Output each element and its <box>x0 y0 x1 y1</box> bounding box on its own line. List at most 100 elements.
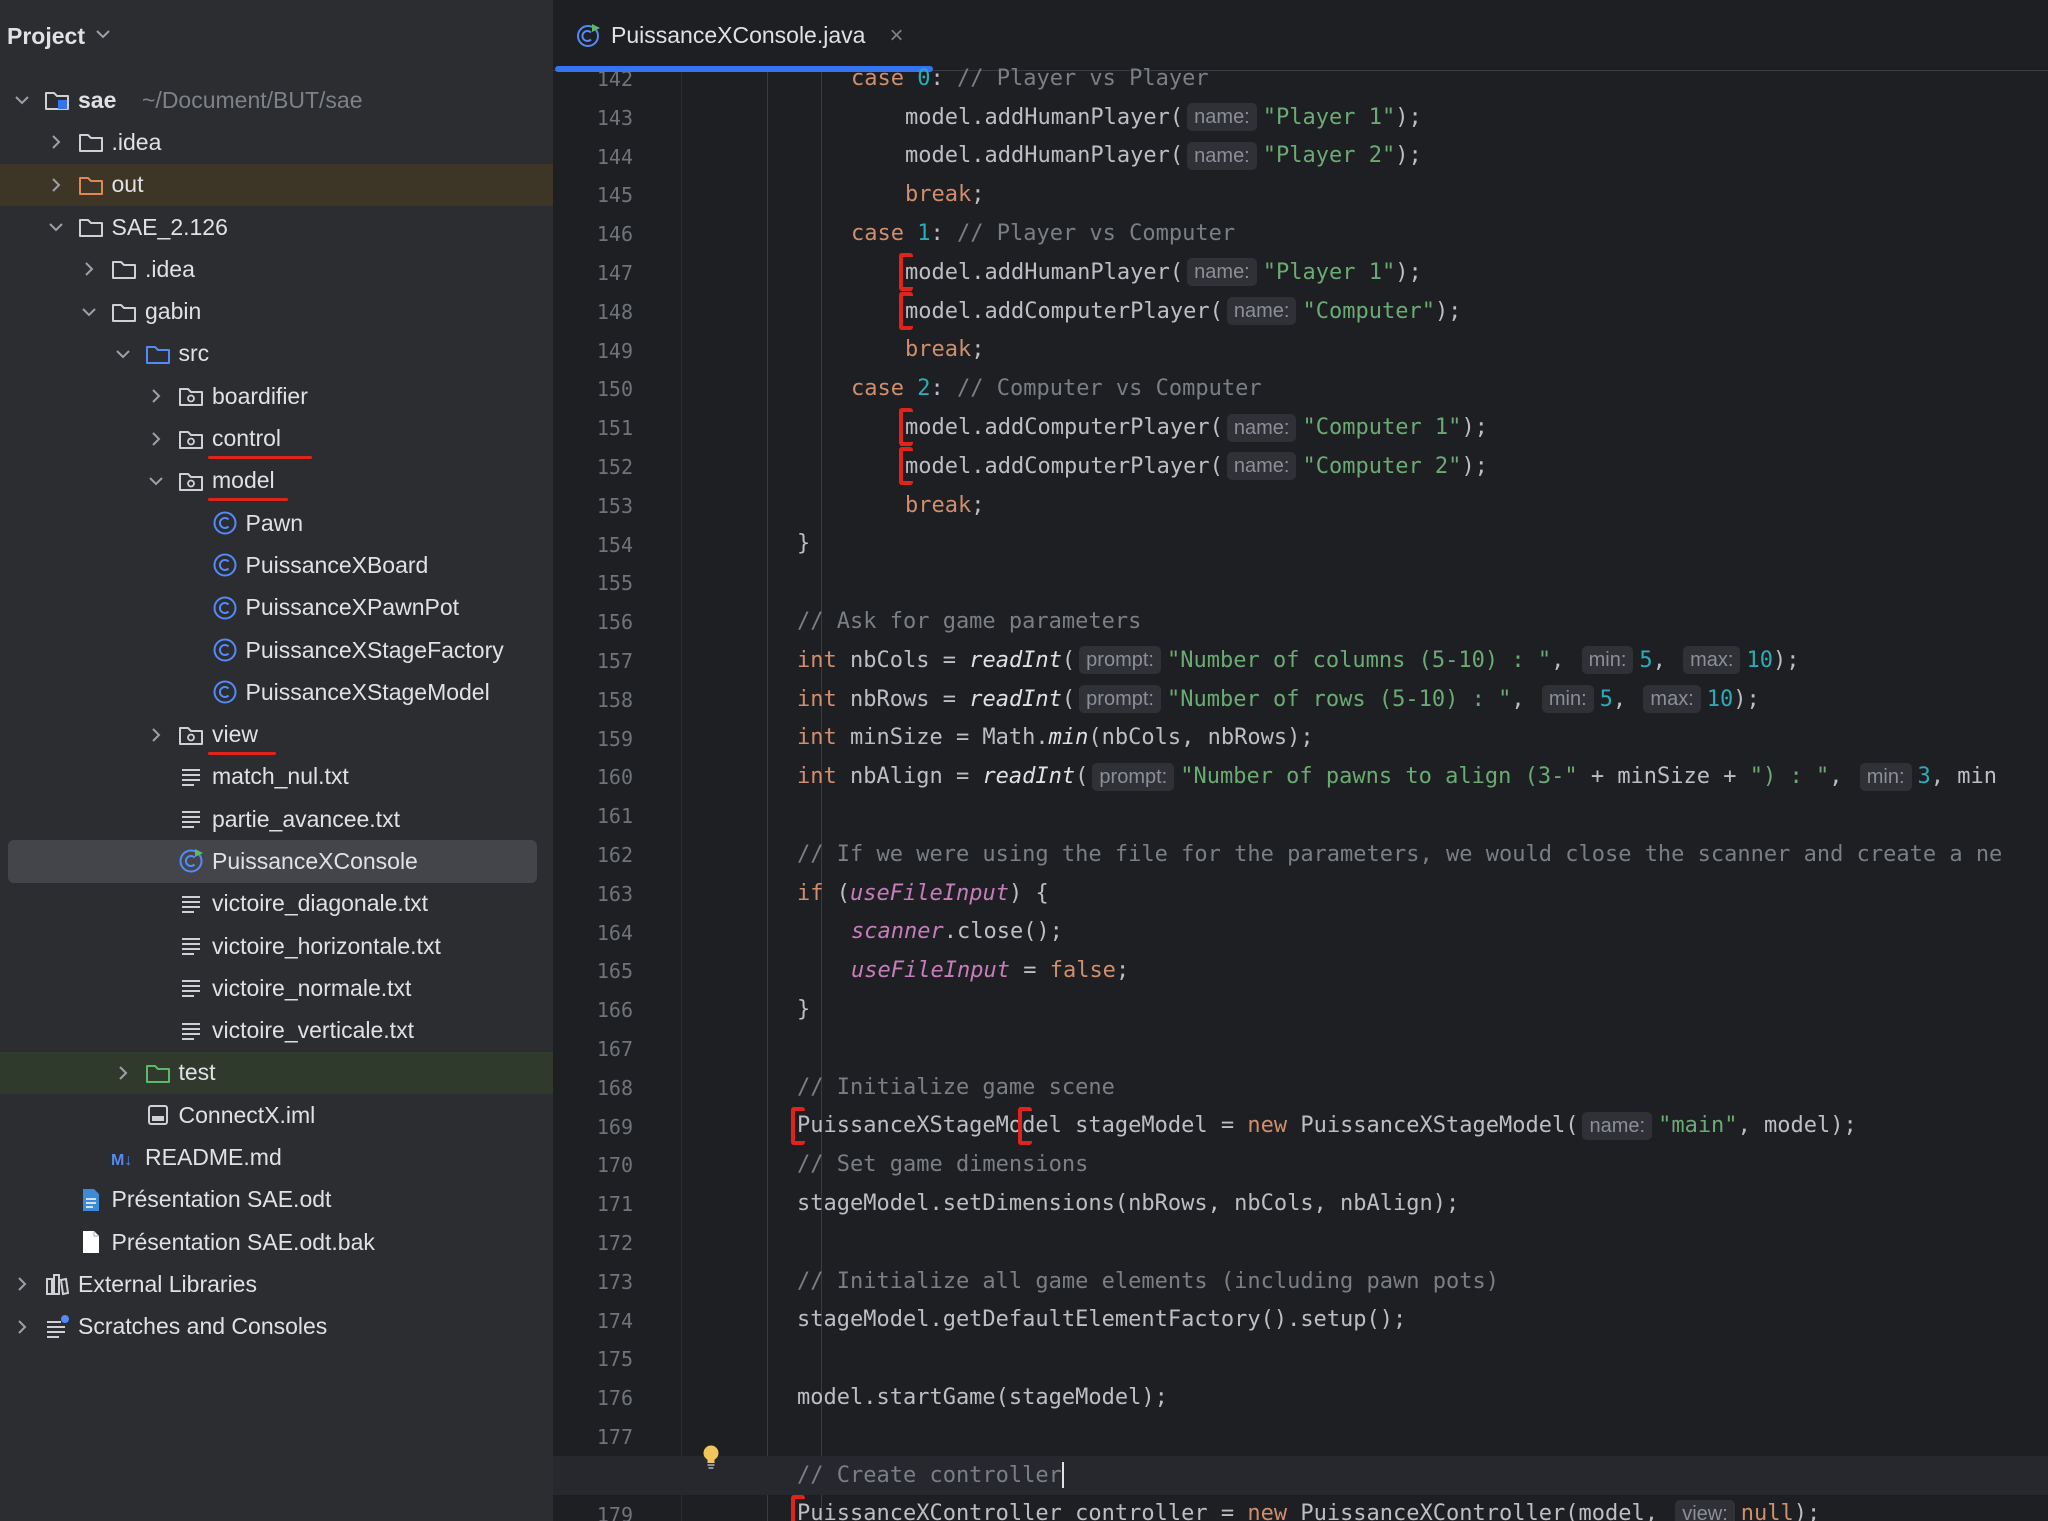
code-line[interactable]: model.startGame(stageModel); <box>553 1378 2048 1417</box>
code-line[interactable]: stageModel.setDimensions(nbRows, nbCols,… <box>553 1184 2048 1223</box>
tree-item-pawn[interactable]: Pawn <box>0 502 553 544</box>
code-line[interactable]: int nbAlign = readInt(prompt: "Number of … <box>553 757 2048 796</box>
test-folder-icon <box>144 1059 172 1087</box>
code-line[interactable]: PuissanceXStageModel stageModel = new Pu… <box>553 1106 2048 1146</box>
code-line[interactable]: int nbRows = readInt(prompt: "Number of r… <box>553 680 2048 719</box>
close-icon[interactable]: × <box>889 22 903 50</box>
code-line[interactable] <box>553 1223 2048 1262</box>
tree-item-partie-avancee-txt[interactable]: partie_avancee.txt <box>0 798 553 840</box>
code-line[interactable] <box>553 796 2048 835</box>
tree-item-puissancexstagemodel[interactable]: PuissanceXStageModel <box>0 671 553 713</box>
code-line[interactable]: model.addHumanPlayer(name: "Player 1"); <box>553 253 2048 292</box>
code-line[interactable]: model.addComputerPlayer(name: "Computer")… <box>553 291 2048 331</box>
tree-item-victoire-normale-txt[interactable]: victoire_normale.txt <box>0 967 553 1009</box>
tree-item-label: Présentation SAE.odt <box>111 1186 332 1213</box>
code-line[interactable]: stageModel.getDefaultElementFactory().se… <box>553 1301 2048 1340</box>
code-line[interactable]: PuissanceXController controller = new Pu… <box>553 1494 2048 1521</box>
tree-item-idea[interactable]: .idea <box>0 121 553 163</box>
project-header[interactable]: Project <box>0 0 553 72</box>
tree-item-control[interactable]: control <box>0 417 553 459</box>
chevron-right-icon[interactable] <box>12 1317 32 1337</box>
tree-item-connectx-iml[interactable]: ConnectX.iml <box>0 1094 553 1136</box>
chevron-down-icon[interactable] <box>146 471 166 491</box>
code-line[interactable]: // Create controller <box>553 1455 2048 1495</box>
chevron-right-icon[interactable] <box>146 725 166 745</box>
tree-item-scratches-and-consoles[interactable]: Scratches and Consoles <box>0 1306 553 1348</box>
chevron-right-icon[interactable] <box>79 259 99 279</box>
tree-item-sae-2-126[interactable]: SAE_2.126 <box>0 206 553 248</box>
chevron-down-icon[interactable] <box>46 217 66 237</box>
code-token: 5 <box>1599 686 1613 712</box>
code-line[interactable]: // If we were using the file for the par… <box>553 835 2048 874</box>
tree-item-label: .idea <box>111 128 162 155</box>
runnable-class-icon <box>177 847 205 875</box>
code-line[interactable]: useFileInput = false; <box>553 951 2048 990</box>
tree-item-label: PuissanceXConsole <box>212 847 418 874</box>
code-line[interactable]: // Initialize game scene <box>553 1068 2048 1107</box>
tree-item-puissancexconsole[interactable]: PuissanceXConsole <box>8 840 537 883</box>
code-token: 10 <box>1706 686 1734 712</box>
tree-item-match-nul-txt[interactable]: match_nul.txt <box>0 756 553 798</box>
code-token: "main" <box>1658 1113 1738 1139</box>
code-line[interactable] <box>553 563 2048 602</box>
code-line[interactable]: if (useFileInput) { <box>553 874 2048 913</box>
code-line[interactable]: break; <box>553 331 2048 370</box>
code-line[interactable]: break; <box>553 175 2048 214</box>
tree-item-puissancexboard[interactable]: PuissanceXBoard <box>0 544 553 586</box>
code-line[interactable]: int minSize = Math. min (nbCols, nbRows); <box>553 719 2048 758</box>
tree-item-pr-sentation-sae-odt-bak[interactable]: Présentation SAE.odt.bak <box>0 1221 553 1263</box>
tree-item-readme-md[interactable]: M↓ README.md <box>0 1136 553 1178</box>
code-line[interactable]: } <box>553 525 2048 564</box>
chevron-right-icon[interactable] <box>46 175 66 195</box>
code-line[interactable]: } <box>553 990 2048 1029</box>
chevron-right-icon[interactable] <box>113 1063 133 1083</box>
tree-item-test[interactable]: test <box>0 1051 553 1095</box>
chevron-right-icon[interactable] <box>146 386 166 406</box>
chevron-right-icon[interactable] <box>46 132 66 152</box>
code-line[interactable]: model.addHumanPlayer(name: "Player 2"); <box>553 137 2048 176</box>
tree-item-boardifier[interactable]: boardifier <box>0 375 553 417</box>
tree-item-sae[interactable]: sae ~/Document/BUT/sae <box>0 79 553 121</box>
code-line[interactable]: case 0: // Player vs Player <box>553 59 2048 98</box>
chevron-down-icon[interactable] <box>79 302 99 322</box>
lightbulb-icon[interactable] <box>701 1444 721 1470</box>
tree-item-pr-sentation-sae-odt[interactable]: Présentation SAE.odt <box>0 1179 553 1221</box>
code-line[interactable]: // Initialize all game elements (includi… <box>553 1262 2048 1301</box>
tree-item-victoire-verticale-txt[interactable]: victoire_verticale.txt <box>0 1010 553 1052</box>
code-token: int <box>797 647 850 673</box>
tree-item-view[interactable]: view <box>0 713 553 755</box>
code-line[interactable] <box>553 1339 2048 1378</box>
tree-item-label: model <box>212 467 275 494</box>
code-line[interactable]: case 1: // Player vs Computer <box>553 214 2048 253</box>
code-line[interactable]: // Set game dimensions <box>553 1145 2048 1184</box>
code-token: , model); <box>1737 1113 1857 1139</box>
code-line[interactable]: case 2: // Computer vs Computer <box>553 369 2048 408</box>
tree-item-victoire-horizontale-txt[interactable]: victoire_horizontale.txt <box>0 925 553 967</box>
code-area[interactable]: case 0: // Player vs Player model.addHuma… <box>553 66 2048 1521</box>
tree-item-out[interactable]: out <box>0 163 553 206</box>
code-token: // Computer vs Computer <box>956 376 1262 402</box>
tree-item-idea[interactable]: .idea <box>0 248 553 290</box>
chevron-down-icon[interactable] <box>95 29 111 39</box>
code-line[interactable]: model.addComputerPlayer(name: "Computer 1… <box>553 408 2048 447</box>
tree-item-src[interactable]: src <box>0 333 553 375</box>
tree-item-gabin[interactable]: gabin <box>0 290 553 332</box>
tree-item-puissancexpawnpot[interactable]: PuissanceXPawnPot <box>0 587 553 629</box>
parameter-hint: name: <box>1226 452 1297 481</box>
chevron-right-icon[interactable] <box>146 429 166 449</box>
code-line[interactable]: model.addHumanPlayer(name: "Player 1"); <box>553 98 2048 137</box>
code-line[interactable]: model.addComputerPlayer(name: "Computer 2… <box>553 447 2048 486</box>
code-line[interactable]: scanner .close(); <box>553 913 2048 952</box>
tree-item-victoire-diagonale-txt[interactable]: victoire_diagonale.txt <box>0 883 553 925</box>
code-line[interactable]: // Ask for game parameters <box>553 602 2048 641</box>
chevron-right-icon[interactable] <box>12 1274 32 1294</box>
code-line[interactable] <box>553 1417 2048 1456</box>
tree-item-model[interactable]: model <box>0 460 553 502</box>
code-line[interactable]: int nbCols = readInt(prompt: "Number of c… <box>553 641 2048 680</box>
chevron-down-icon[interactable] <box>113 344 133 364</box>
chevron-down-icon[interactable] <box>12 90 32 110</box>
tree-item-external-libraries[interactable]: External Libraries <box>0 1263 553 1305</box>
code-line[interactable]: break; <box>553 486 2048 525</box>
code-line[interactable] <box>553 1029 2048 1068</box>
tree-item-puissancexstagefactory[interactable]: PuissanceXStageFactory <box>0 629 553 671</box>
